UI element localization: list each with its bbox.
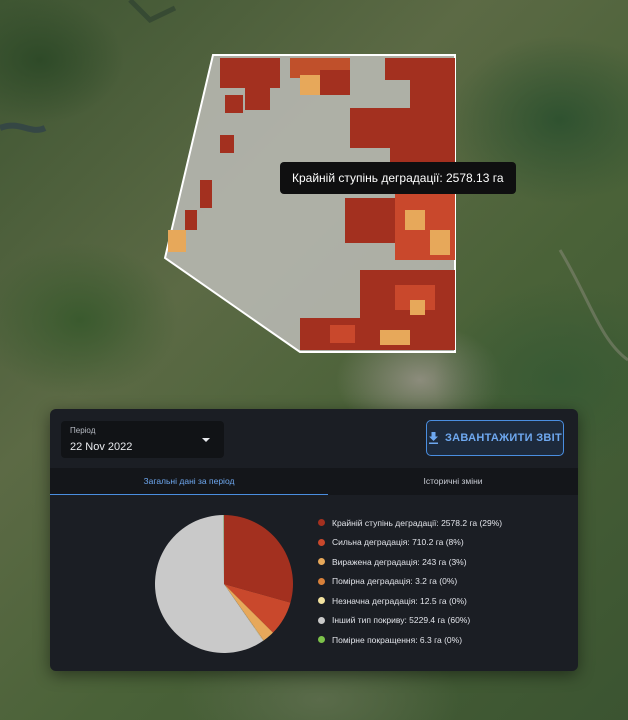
caret-down-icon: [202, 438, 210, 442]
legend-label: Помірна деградація: 3.2 га (0%): [332, 576, 458, 587]
period-select[interactable]: Період 22 Nov 2022: [61, 421, 224, 458]
legend-item: Помірна деградація: 3.2 га (0%): [318, 572, 502, 592]
tabs-bar: Загальні дані за період Історичні зміни: [50, 468, 578, 495]
legend-item: Помірне покращення: 6.3 га (0%): [318, 630, 502, 650]
map-tooltip: Крайній ступінь деградації: 2578.13 га: [280, 162, 516, 194]
legend-label: Виражена деградація: 243 га (3%): [332, 556, 467, 567]
legend-dot-icon: [318, 538, 325, 546]
legend-label: Незначна деградація: 12.5 га (0%): [332, 595, 467, 606]
legend-dot-icon: [318, 636, 325, 644]
download-report-label: ЗАВАНТАЖИТИ ЗВІТ: [444, 432, 563, 444]
legend-item: Інший тип покриву: 5229.4 га (60%): [318, 611, 502, 631]
legend-label: Інший тип покриву: 5229.4 га (60%): [332, 615, 471, 626]
pie-chart: [155, 515, 293, 653]
legend-item: Крайній ступінь деградації: 2578.2 га (2…: [318, 513, 502, 533]
legend-dot-icon: [318, 577, 325, 585]
legend-label: Помірне покращення: 6.3 га (0%): [332, 634, 463, 645]
legend-item: Незначна деградація: 12.5 га (0%): [318, 591, 502, 611]
download-report-button[interactable]: ЗАВАНТАЖИТИ ЗВІТ: [426, 420, 564, 456]
chart-area: Крайній ступінь деградації: 2578.2 га (2…: [50, 495, 578, 671]
statistics-panel: Період 22 Nov 2022 ЗАВАНТАЖИТИ ЗВІТ Зага…: [50, 409, 578, 671]
legend-item: Виражена деградація: 243 га (3%): [318, 552, 502, 572]
chart-legend: Крайній ступінь деградації: 2578.2 га (2…: [318, 513, 502, 650]
legend-dot-icon: [318, 597, 325, 605]
legend-item: Сильна деградація: 710.2 га (8%): [318, 533, 502, 553]
period-label: Період: [70, 426, 96, 435]
download-icon: [428, 432, 438, 444]
tab-period-overview[interactable]: Загальні дані за період: [50, 468, 328, 495]
legend-label: Сильна деградація: 710.2 га (8%): [332, 537, 464, 548]
legend-dot-icon: [318, 616, 325, 624]
legend-dot-icon: [318, 558, 325, 566]
legend-label: Крайній ступінь деградації: 2578.2 га (2…: [332, 517, 503, 528]
period-value: 22 Nov 2022: [70, 441, 133, 453]
legend-dot-icon: [318, 519, 325, 527]
tab-historical-changes[interactable]: Історичні зміни: [328, 468, 578, 495]
